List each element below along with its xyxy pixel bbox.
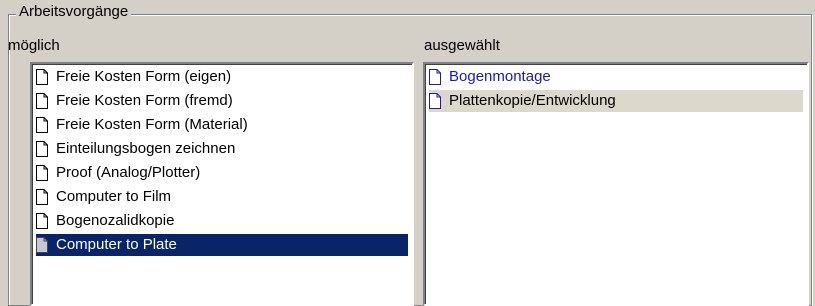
document-icon	[36, 237, 48, 253]
list-item-label: Computer to Plate	[56, 236, 177, 253]
list-item-label: Freie Kosten Form (fremd)	[56, 92, 233, 109]
available-label: möglich	[8, 37, 60, 54]
chosen-listbox[interactable]: Bogenmontage Plattenkopie/Entwicklung	[423, 62, 809, 306]
document-icon	[36, 93, 48, 109]
available-listbox[interactable]: Freie Kosten Form (eigen) Freie Kosten F…	[30, 62, 414, 306]
document-icon	[36, 69, 48, 85]
chosen-label: ausgewählt	[424, 37, 500, 54]
list-item[interactable]: Bogenmontage	[429, 66, 803, 88]
document-icon	[36, 117, 48, 133]
document-icon	[429, 93, 441, 109]
groupbox-title: Arbeitsvorgänge	[16, 2, 132, 22]
list-item[interactable]: Computer to Film	[36, 186, 408, 208]
list-item-label: Bogenmontage	[449, 68, 551, 85]
list-item[interactable]: Freie Kosten Form (Material)	[36, 114, 408, 136]
list-item[interactable]: Proof (Analog/Plotter)	[36, 162, 408, 184]
document-icon	[36, 165, 48, 181]
document-icon	[36, 213, 48, 229]
list-item[interactable]: Einteilungsbogen zeichnen	[36, 138, 408, 160]
list-item[interactable]: Freie Kosten Form (fremd)	[36, 90, 408, 112]
document-icon	[36, 189, 48, 205]
list-item-label: Proof (Analog/Plotter)	[56, 164, 201, 181]
list-item[interactable]: Bogenozalidkopie	[36, 210, 408, 232]
document-icon	[429, 69, 441, 85]
list-item[interactable]: Freie Kosten Form (eigen)	[36, 66, 408, 88]
list-item-label: Freie Kosten Form (Material)	[56, 116, 248, 133]
list-item-selected[interactable]: Computer to Plate	[36, 234, 408, 256]
document-icon	[36, 141, 48, 157]
list-item-label: Plattenkopie/Entwicklung	[449, 92, 616, 109]
list-item-label: Einteilungsbogen zeichnen	[56, 140, 236, 157]
list-item-label: Freie Kosten Form (eigen)	[56, 68, 232, 85]
list-item[interactable]: Plattenkopie/Entwicklung	[429, 90, 803, 112]
list-item-label: Bogenozalidkopie	[56, 212, 175, 229]
list-item-label: Computer to Film	[56, 188, 172, 205]
operations-panel: Arbeitsvorgänge möglich ausgewählt Freie…	[0, 0, 815, 306]
